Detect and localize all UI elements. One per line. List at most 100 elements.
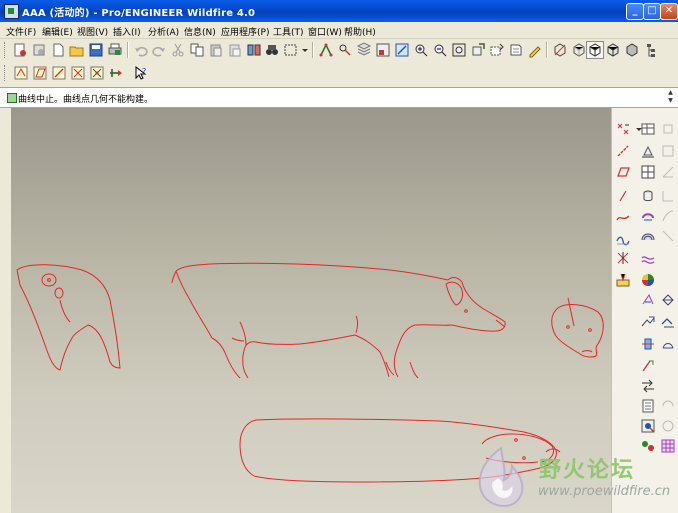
copy-icon[interactable] — [189, 42, 205, 58]
redo-icon[interactable] — [151, 42, 167, 58]
menu-edit[interactable]: 编辑(E) — [42, 25, 73, 38]
whats-this-icon[interactable]: ? — [133, 65, 149, 81]
trim-icon[interactable] — [640, 292, 656, 308]
intersect-icon[interactable] — [640, 336, 656, 352]
menu-applications[interactable]: 应用程序(P) — [221, 25, 269, 38]
hole-icon[interactable] — [640, 188, 656, 204]
minimize-button[interactable]: _ — [626, 3, 644, 20]
menu-tools[interactable]: 工具(T) — [273, 25, 304, 38]
toolbar-separator — [312, 42, 314, 58]
menu-file[interactable]: 文件(F) — [6, 25, 36, 38]
toolbar-gripper[interactable] — [4, 42, 8, 58]
datum-point-icon[interactable] — [70, 65, 86, 81]
toolbar-gripper[interactable] — [4, 65, 8, 81]
find-icon[interactable] — [264, 42, 280, 58]
svg-text:?: ? — [142, 67, 146, 76]
new-icon[interactable] — [12, 42, 28, 58]
rib-icon[interactable] — [660, 208, 676, 224]
undo-icon[interactable] — [133, 42, 149, 58]
datum-curve-tool-icon[interactable] — [615, 210, 631, 226]
view-manager-icon[interactable] — [375, 42, 391, 58]
feature-list-icon[interactable] — [640, 398, 656, 414]
style-edit-icon[interactable] — [527, 42, 543, 58]
menu-info[interactable]: 信息(N) — [184, 25, 216, 38]
refit-icon[interactable] — [451, 42, 467, 58]
chevron-down-icon[interactable] — [631, 121, 642, 137]
project-icon[interactable] — [660, 336, 676, 352]
spin-center-icon[interactable] — [318, 42, 334, 58]
paste-special-icon[interactable] — [227, 42, 243, 58]
menu-analysis[interactable]: 分析(A) — [148, 25, 179, 38]
zoom-in-icon[interactable] — [413, 42, 429, 58]
sketch-curve-icon[interactable] — [615, 188, 631, 204]
pig-side-view-curve[interactable] — [171, 262, 506, 379]
sweep-icon[interactable] — [640, 164, 656, 180]
draft-icon[interactable] — [640, 228, 656, 244]
style-icon[interactable] — [615, 230, 631, 246]
menu-window[interactable]: 窗口(W) — [308, 25, 342, 38]
coord-sys-icon[interactable] — [89, 65, 105, 81]
no-hidden-icon[interactable] — [586, 41, 604, 59]
toggle-section-icon[interactable] — [640, 378, 656, 394]
datum-axis-tool-icon[interactable] — [615, 143, 631, 159]
wireframe-icon[interactable] — [552, 42, 568, 58]
analysis-feature-icon[interactable] — [615, 250, 631, 266]
datum-curve-icon[interactable] — [51, 65, 67, 81]
maximize-button[interactable]: □ — [643, 3, 661, 20]
offset-icon[interactable] — [660, 292, 676, 308]
repaint-icon[interactable] — [394, 42, 410, 58]
scroll-down-icon[interactable]: ▼ — [666, 97, 675, 105]
thicken-icon[interactable] — [640, 314, 656, 330]
shaded-solid-icon[interactable] — [624, 42, 640, 58]
inheritance-icon[interactable] — [640, 418, 656, 434]
paste-icon[interactable] — [208, 42, 224, 58]
round-icon[interactable] — [660, 188, 676, 204]
datum-toolbar: ? — [0, 62, 678, 84]
folder-icon[interactable] — [69, 42, 85, 58]
menu-view[interactable]: 视图(V) — [77, 25, 108, 38]
pig-front-view-curve[interactable] — [16, 264, 121, 371]
close-button[interactable]: ✕ — [660, 3, 678, 20]
menu-help[interactable]: 帮助(H) — [344, 25, 376, 38]
print-icon[interactable] — [107, 42, 123, 58]
pig-head-view-curve[interactable] — [551, 297, 604, 358]
copy-feature-icon[interactable] — [660, 398, 676, 414]
datum-plane-icon[interactable] — [13, 65, 29, 81]
hidden-line-icon[interactable] — [571, 42, 587, 58]
layer-icon[interactable] — [356, 42, 372, 58]
document-icon[interactable] — [50, 42, 66, 58]
warp-icon[interactable] — [615, 272, 631, 288]
model-tree-icon[interactable] — [643, 42, 659, 58]
cut-icon[interactable] — [170, 42, 186, 58]
zoom-out-icon[interactable] — [432, 42, 448, 58]
table-icon[interactable] — [640, 121, 656, 137]
chamfer-icon[interactable] — [660, 228, 676, 244]
solidify-icon[interactable] — [660, 314, 676, 330]
shell-icon[interactable] — [640, 208, 656, 224]
blend-icon[interactable] — [660, 164, 676, 180]
menu-insert[interactable]: 插入(I) — [113, 25, 141, 38]
datum-display-icon[interactable] — [337, 42, 353, 58]
extrude-icon[interactable] — [660, 121, 676, 137]
regenerate-icon[interactable] — [246, 42, 262, 58]
shading-icon[interactable] — [605, 42, 621, 58]
open-icon[interactable] — [31, 42, 47, 58]
app-icon[interactable] — [4, 4, 19, 19]
wrap-icon[interactable] — [640, 358, 656, 374]
saved-views-icon[interactable] — [489, 42, 505, 58]
named-view-icon[interactable] — [508, 42, 524, 58]
revolve-icon[interactable] — [660, 143, 676, 159]
reorient-icon[interactable] — [470, 42, 486, 58]
udf-icon[interactable] — [660, 418, 676, 434]
watermark-name: 野火论坛 — [539, 458, 636, 483]
mirror-icon[interactable] — [640, 252, 656, 268]
chevron-down-icon[interactable] — [297, 42, 308, 58]
pattern-icon[interactable] — [640, 143, 656, 159]
analysis-icon[interactable] — [108, 65, 124, 81]
datum-point-tool-icon[interactable] — [615, 121, 631, 137]
merge-icon[interactable] — [640, 272, 656, 288]
scroll-up-icon[interactable]: ▲ — [666, 89, 675, 97]
datum-plane-tool-icon[interactable] — [615, 164, 631, 180]
save-icon[interactable] — [88, 42, 104, 58]
datum-axis-icon[interactable] — [32, 65, 48, 81]
